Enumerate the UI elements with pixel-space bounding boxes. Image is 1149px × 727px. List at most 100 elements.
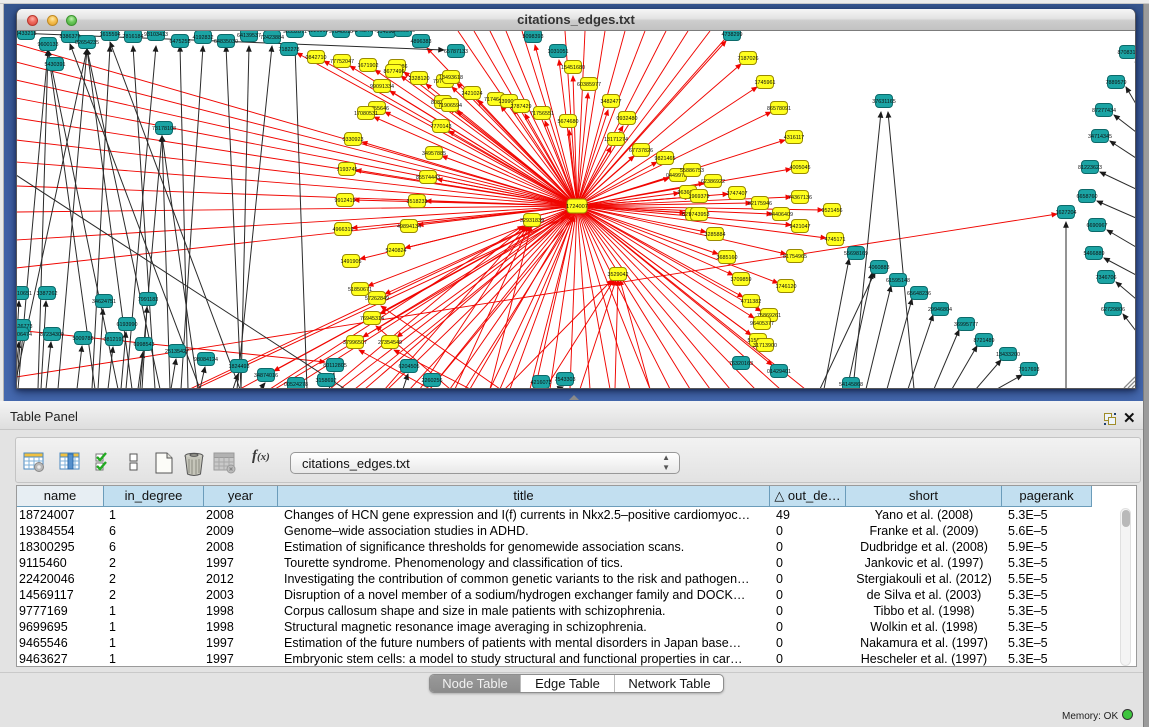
svg-text:1226916: 1226916 bbox=[308, 31, 329, 34]
svg-text:71756551: 71756551 bbox=[530, 111, 554, 117]
svg-text:4966319: 4966319 bbox=[333, 227, 354, 233]
svg-text:5009788: 5009788 bbox=[73, 336, 94, 342]
svg-text:3709859: 3709859 bbox=[731, 277, 752, 283]
svg-text:3685160: 3685160 bbox=[717, 255, 738, 261]
svg-text:64835030: 64835030 bbox=[214, 39, 238, 45]
svg-text:3387262: 3387262 bbox=[37, 291, 58, 297]
svg-text:34957885: 34957885 bbox=[422, 151, 446, 157]
svg-text:81223623: 81223623 bbox=[1078, 165, 1102, 171]
svg-text:67737826: 67737826 bbox=[629, 148, 653, 154]
svg-text:7889579: 7889579 bbox=[1106, 80, 1127, 86]
svg-text:74367136: 74367136 bbox=[788, 195, 812, 201]
svg-text:77752047: 77752047 bbox=[330, 59, 354, 65]
svg-text:5430391: 5430391 bbox=[45, 62, 66, 68]
svg-text:0932480: 0932480 bbox=[617, 116, 638, 122]
svg-text:5098393: 5098393 bbox=[523, 34, 544, 40]
svg-text:73178108: 73178108 bbox=[152, 126, 176, 132]
svg-text:96405377: 96405377 bbox=[750, 321, 774, 327]
svg-text:1724007: 1724007 bbox=[566, 204, 588, 210]
svg-text:55698169: 55698169 bbox=[844, 251, 868, 257]
svg-text:34624751: 34624751 bbox=[92, 299, 116, 305]
svg-text:4216073: 4216073 bbox=[531, 380, 552, 386]
svg-text:8708317: 8708317 bbox=[1118, 50, 1136, 56]
svg-text:51850671: 51850671 bbox=[348, 287, 372, 293]
svg-text:81754965: 81754965 bbox=[783, 254, 807, 260]
svg-text:71906594: 71906594 bbox=[438, 103, 462, 109]
svg-text:0842710: 0842710 bbox=[306, 55, 327, 61]
svg-text:9600133: 9600133 bbox=[38, 42, 59, 48]
svg-text:4896383: 4896383 bbox=[411, 39, 432, 45]
svg-text:7346706: 7346706 bbox=[1096, 275, 1117, 281]
svg-text:3529042: 3529042 bbox=[608, 272, 629, 278]
svg-text:2421024: 2421024 bbox=[462, 91, 483, 97]
svg-text:02654235: 02654235 bbox=[75, 40, 99, 46]
svg-text:62386922: 62386922 bbox=[701, 179, 725, 185]
svg-text:67010651: 67010651 bbox=[17, 291, 32, 297]
svg-text:2787429: 2787429 bbox=[511, 104, 532, 110]
svg-text:9521456: 9521456 bbox=[822, 208, 843, 214]
svg-text:7770143: 7770143 bbox=[431, 124, 452, 130]
svg-text:34714345: 34714345 bbox=[1088, 134, 1112, 140]
svg-text:6998543: 6998543 bbox=[134, 342, 155, 348]
svg-text:0812191: 0812191 bbox=[104, 337, 125, 343]
svg-text:99091334: 99091334 bbox=[370, 84, 394, 90]
svg-text:2328120: 2328120 bbox=[409, 76, 430, 82]
svg-text:1969379: 1969379 bbox=[689, 194, 710, 200]
svg-text:55886753: 55886753 bbox=[680, 168, 704, 174]
svg-text:86578091: 86578091 bbox=[767, 106, 791, 112]
svg-text:3285884: 3285884 bbox=[705, 232, 726, 238]
svg-text:7193745: 7193745 bbox=[337, 167, 358, 173]
svg-text:85574443: 85574443 bbox=[416, 175, 440, 181]
svg-text:1615594: 1615594 bbox=[100, 32, 121, 38]
svg-text:17080531: 17080531 bbox=[354, 111, 378, 117]
svg-text:5674680: 5674680 bbox=[558, 119, 579, 125]
svg-text:32931839: 32931839 bbox=[520, 218, 544, 224]
svg-text:13433200: 13433200 bbox=[996, 352, 1020, 358]
svg-text:3482477: 3482477 bbox=[601, 99, 622, 105]
svg-text:93103413: 93103413 bbox=[144, 32, 168, 38]
svg-text:7187026: 7187026 bbox=[738, 56, 759, 62]
svg-text:57262849: 57262849 bbox=[365, 296, 389, 302]
svg-text:8721489: 8721489 bbox=[974, 338, 995, 344]
svg-text:27354549: 27354549 bbox=[378, 340, 402, 346]
svg-text:1745961: 1745961 bbox=[755, 80, 776, 86]
svg-text:1824493: 1824493 bbox=[229, 364, 250, 370]
svg-text:87234309: 87234309 bbox=[40, 332, 64, 338]
svg-text:00524278: 00524278 bbox=[284, 382, 308, 388]
svg-text:25135427: 25135427 bbox=[165, 349, 189, 355]
svg-text:1627204: 1627204 bbox=[1056, 210, 1077, 216]
svg-text:4060883: 4060883 bbox=[869, 265, 890, 271]
svg-text:7543303: 7543303 bbox=[555, 377, 576, 383]
svg-text:31713900: 31713900 bbox=[753, 343, 777, 349]
svg-text:2260256: 2260256 bbox=[422, 378, 443, 384]
svg-text:94406409: 94406409 bbox=[769, 212, 793, 218]
svg-text:9821465: 9821465 bbox=[655, 156, 676, 162]
svg-text:0433218: 0433218 bbox=[17, 31, 37, 37]
svg-text:82175946: 82175946 bbox=[748, 201, 772, 207]
svg-text:65787133: 65787133 bbox=[444, 49, 468, 55]
svg-text:4711382: 4711382 bbox=[741, 299, 762, 305]
svg-text:49894134: 49894134 bbox=[397, 224, 421, 230]
svg-text:9421047: 9421047 bbox=[790, 224, 811, 230]
svg-text:61595148: 61595148 bbox=[886, 278, 910, 284]
svg-text:54145868: 54145868 bbox=[839, 382, 863, 388]
svg-text:0330923: 0330923 bbox=[343, 137, 364, 143]
svg-text:1031051: 1031051 bbox=[548, 49, 569, 55]
svg-text:9743953: 9743953 bbox=[689, 212, 710, 218]
svg-text:62729806: 62729806 bbox=[1101, 307, 1125, 313]
svg-text:1491905: 1491905 bbox=[341, 259, 362, 265]
svg-text:28809570: 28809570 bbox=[391, 31, 415, 34]
svg-text:7182278: 7182278 bbox=[279, 47, 300, 53]
svg-text:15451680: 15451680 bbox=[561, 65, 585, 71]
svg-text:4192832: 4192832 bbox=[193, 35, 214, 41]
svg-text:3158692: 3158692 bbox=[316, 378, 337, 384]
svg-text:29946804: 29946804 bbox=[928, 307, 952, 313]
svg-text:6658760: 6658760 bbox=[1077, 194, 1098, 200]
svg-text:51462704: 51462704 bbox=[352, 31, 376, 34]
svg-text:60385977: 60385977 bbox=[577, 82, 601, 88]
svg-text:64139537: 64139537 bbox=[237, 33, 261, 39]
svg-text:7917693: 7917693 bbox=[1019, 367, 1040, 373]
svg-text:4738299: 4738299 bbox=[722, 32, 743, 38]
svg-text:8677496: 8677496 bbox=[384, 69, 405, 75]
svg-text:5240824: 5240824 bbox=[386, 248, 407, 254]
